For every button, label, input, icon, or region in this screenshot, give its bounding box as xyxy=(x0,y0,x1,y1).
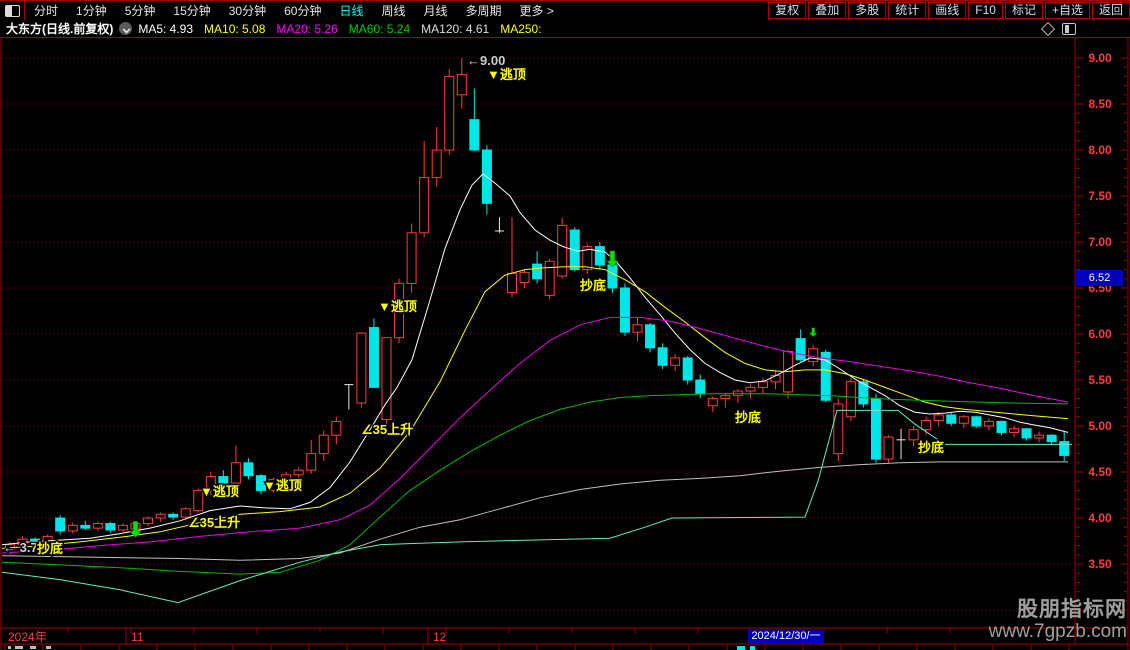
button-huaxian[interactable]: 画线 xyxy=(928,2,966,19)
candles xyxy=(6,58,1069,555)
menu-item-60min[interactable]: 60分钟 xyxy=(275,2,330,19)
annotation-label: ∠35上升 xyxy=(361,422,413,437)
button-fuquan[interactable]: 复权 xyxy=(768,2,806,19)
green-down-arrow-icon xyxy=(606,251,618,267)
watermark-site-name: 股朋指标网 xyxy=(989,599,1127,621)
time-axis: 2024年 11 12 xyxy=(8,628,1013,644)
watermark: 股朋指标网 www.7gpzb.com xyxy=(989,599,1127,643)
annotation-label: ▼逃顶 xyxy=(200,484,239,499)
button-tongji[interactable]: 统计 xyxy=(888,2,926,19)
menu-item-30min[interactable]: 30分钟 xyxy=(220,2,275,19)
axis-tick-label: 7.00 xyxy=(1088,235,1112,249)
button-biaoji[interactable]: 标记 xyxy=(1005,2,1043,19)
axis-tick-label: 4.50 xyxy=(1088,465,1112,479)
stock-title: 大东方(日线.前复权) xyxy=(6,20,113,37)
line-ma5 xyxy=(2,174,1068,545)
line-ma120 xyxy=(2,462,1068,560)
axis-tick-label: 8.00 xyxy=(1088,143,1112,157)
ma20-legend: MA20: 5.26 xyxy=(276,22,337,36)
candlestick-chart[interactable]: 9.008.508.007.507.006.506.005.505.004.50… xyxy=(0,0,1130,650)
annotation-label: ▼逃顶 xyxy=(263,478,302,493)
line-ma10 xyxy=(2,267,1068,549)
ma5-legend: MA5: 4.93 xyxy=(138,22,193,36)
ma10-legend: MA10: 5.08 xyxy=(204,22,265,36)
button-diejia[interactable]: 叠加 xyxy=(808,2,846,19)
button-duogu[interactable]: 多股 xyxy=(848,2,886,19)
annotation-label: 抄底 xyxy=(580,278,606,293)
annotation-label: ←9.00 xyxy=(467,53,505,68)
button-add-watchlist[interactable]: +自选 xyxy=(1045,2,1090,19)
ma120-legend: MA120: 4.61 xyxy=(421,22,489,36)
month-label: 11 xyxy=(131,630,144,644)
ma250-legend: MA250: xyxy=(500,22,541,36)
annotation-label: ▼逃顶 xyxy=(487,67,526,82)
menu-right-group: 复权 叠加 多股 统计 画线 F10 标记 +自选 返回 xyxy=(766,1,1130,20)
year-label: 2024年 xyxy=(8,630,47,644)
menu-item-1min[interactable]: 1分钟 xyxy=(67,2,116,19)
month-label: 12 xyxy=(433,630,447,644)
chevron-down-icon[interactable] xyxy=(119,22,132,35)
axis-tick-label: 6.00 xyxy=(1088,327,1112,341)
annotation-label: 抄底 xyxy=(37,541,63,556)
stock-app-window: 9.008.508.007.507.006.506.005.505.004.50… xyxy=(0,0,1130,650)
green-down-arrow-icon xyxy=(809,328,817,337)
annotation-label: ← 3.7 xyxy=(3,540,38,555)
price-axis: 9.008.508.007.507.006.506.005.505.004.50… xyxy=(1076,51,1127,610)
ma60-legend: MA60: 5.24 xyxy=(349,22,410,36)
menu-item-monthly[interactable]: 月线 xyxy=(415,2,457,19)
axis-tick-label: 7.50 xyxy=(1088,189,1112,203)
window-icon xyxy=(5,5,20,17)
menu-item-daily[interactable]: 日线 xyxy=(330,2,372,19)
menu-item-multiperiod[interactable]: 多周期 xyxy=(457,2,511,19)
watermark-url: www.7gpzb.com xyxy=(989,621,1127,643)
axis-tick-label: 5.00 xyxy=(1088,419,1112,433)
window-menu-button[interactable] xyxy=(0,1,25,20)
price-gridlines xyxy=(2,58,1074,610)
button-f10[interactable]: F10 xyxy=(968,2,1003,19)
menu-item-weekly[interactable]: 周线 xyxy=(372,2,414,19)
clipped-lower-pane xyxy=(5,645,1069,650)
axis-tick-label: 8.50 xyxy=(1088,97,1112,111)
diamond-icon[interactable] xyxy=(1041,21,1055,35)
menu-item-5min[interactable]: 5分钟 xyxy=(116,2,165,19)
cursor-date-readout: 2024/12/30/一 xyxy=(748,629,824,643)
annotation-label: ∠35上升 xyxy=(188,515,240,530)
axis-tick-label: 9.00 xyxy=(1088,51,1112,65)
line-ma60 xyxy=(2,394,1068,574)
axis-tick-label: 4.00 xyxy=(1088,511,1112,525)
button-back[interactable]: 返回 xyxy=(1092,2,1130,19)
menu-item-more[interactable]: 更多 > xyxy=(511,2,563,19)
cursor-price-readout: 6.52 xyxy=(1076,270,1123,286)
annotation-label: 抄底 xyxy=(918,440,944,455)
annotation-label: ▼逃顶 xyxy=(378,299,417,314)
annotation-label: 抄底 xyxy=(735,410,761,425)
menu-item-fenshi[interactable]: 分时 xyxy=(25,2,67,19)
menu-item-15min[interactable]: 15分钟 xyxy=(164,2,219,19)
axis-tick-label: 5.50 xyxy=(1088,373,1112,387)
title-bar: 大东方(日线.前复权) MA5: 4.93 MA10: 5.08 MA20: 5… xyxy=(0,20,1130,38)
split-pane-icon[interactable] xyxy=(1062,23,1076,35)
top-menu-bar: 分时 1分钟 5分钟 15分钟 30分钟 60分钟 日线 周线 月线 多周期 更… xyxy=(0,0,1130,21)
axis-tick-label: 3.50 xyxy=(1088,557,1112,571)
